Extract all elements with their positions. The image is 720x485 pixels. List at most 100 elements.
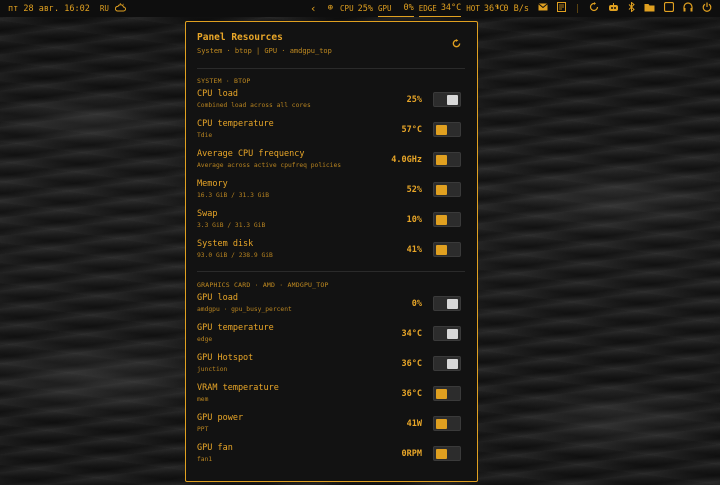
row-description: 16.3 GiB / 31.3 GiB <box>197 192 270 199</box>
divider <box>197 68 465 69</box>
edge-label: EDGE <box>418 3 437 13</box>
row-description: Tdie <box>197 132 213 139</box>
bot-icon[interactable] <box>608 2 619 15</box>
row-toggle[interactable] <box>433 416 461 431</box>
row-value: 57°C <box>401 125 422 135</box>
weather-cloud-icon[interactable] <box>114 2 126 15</box>
row-label: System disk <box>197 239 254 249</box>
row-label: CPU temperature <box>197 119 274 129</box>
row-value: 0% <box>411 299 422 309</box>
panel-title: Panel Resources <box>197 32 283 43</box>
edge-indicator[interactable]: EDGE 34°C <box>418 0 462 17</box>
headphones-icon[interactable] <box>683 2 693 15</box>
section-title: GRAPHICS CARD · AMD · AMDGPU_TOP <box>197 281 329 289</box>
gpu-indicator[interactable]: GPU 0% <box>377 0 414 17</box>
mail-icon[interactable] <box>538 3 548 14</box>
row-description: 3.3 GiB / 31.3 GiB <box>197 222 266 229</box>
row-value: 10% <box>406 215 422 225</box>
resource-row: System disk 93.0 GiB / 238.9 GiB 41% <box>197 239 465 269</box>
screen-icon[interactable] <box>663 1 675 15</box>
row-toggle[interactable] <box>433 212 461 227</box>
row-toggle[interactable] <box>433 242 461 257</box>
panel-resources: Panel Resources System · btop | GPU · am… <box>185 21 478 482</box>
row-toggle[interactable] <box>433 356 461 371</box>
row-toggle[interactable] <box>433 296 461 311</box>
row-toggle[interactable] <box>433 386 461 401</box>
folder-icon[interactable] <box>644 3 655 15</box>
row-label: Memory <box>197 179 228 189</box>
toggle-knob <box>447 329 458 339</box>
cpu-label: CPU <box>340 4 354 13</box>
top-bar: пт 28 авг. 16:02 RU ‹ ⊕ CPU 25% GPU 0% E… <box>0 0 720 17</box>
row-value: 34°C <box>401 329 422 339</box>
refresh-icon[interactable] <box>452 39 461 51</box>
resource-row: GPU Hotspot junction 36°C <box>197 353 465 383</box>
keyboard-layout[interactable]: RU <box>100 4 109 13</box>
row-description: 93.0 GiB / 238.9 GiB <box>197 252 273 259</box>
row-value: 41W <box>406 419 422 429</box>
resource-row: Average CPU frequency Average across acti… <box>197 149 465 179</box>
row-description: mem <box>197 396 209 403</box>
bluetooth-icon[interactable] <box>628 1 635 15</box>
resource-row: CPU load Combined load across all cores 25… <box>197 89 465 119</box>
sections: SYSTEM · BTOP CPU load Combined load acros… <box>197 77 465 473</box>
gpu-value: 0% <box>403 3 414 13</box>
row-label: GPU power <box>197 413 244 423</box>
toggle-knob <box>436 389 447 399</box>
row-label: Average CPU frequency <box>197 149 305 159</box>
row-toggle[interactable] <box>433 122 461 137</box>
row-toggle[interactable] <box>433 182 461 197</box>
panel-subtitle: System · btop | GPU · amdgpu_top <box>197 47 332 55</box>
row-description: edge <box>197 336 213 343</box>
row-description: amdgpu · gpu_busy_percent <box>197 306 292 313</box>
toggle-knob <box>436 449 447 459</box>
notes-icon[interactable] <box>557 2 566 15</box>
row-label: GPU temperature <box>197 323 274 333</box>
row-description: junction <box>197 366 228 373</box>
resource-row: Memory 16.3 GiB / 31.3 GiB 52% <box>197 179 465 209</box>
network-indicator[interactable]: ⬇ 0 B/s <box>495 4 529 14</box>
row-value: 36°C <box>401 359 422 369</box>
row-label: VRAM temperature <box>197 383 279 393</box>
toggle-knob <box>447 95 458 105</box>
row-label: GPU fan <box>197 443 233 453</box>
resource-row: Swap 3.3 GiB / 31.3 GiB 10% <box>197 209 465 239</box>
resource-row: VRAM temperature mem 36°C <box>197 383 465 413</box>
row-label: CPU load <box>197 89 238 99</box>
toggle-knob <box>436 245 447 255</box>
sync-icon[interactable] <box>589 2 599 15</box>
row-label: GPU load <box>197 293 238 303</box>
row-toggle[interactable] <box>433 446 461 461</box>
cpu-value: 25% <box>357 3 373 14</box>
row-toggle[interactable] <box>433 326 461 341</box>
resource-row: CPU temperature Tdie 57°C <box>197 119 465 149</box>
target-icon[interactable]: ⊕ <box>328 4 333 13</box>
row-value: 4.0GHz <box>391 155 422 165</box>
clock[interactable]: пт 28 авг. 16:02 <box>8 4 90 14</box>
toggle-knob <box>447 299 458 309</box>
row-value: 0RPM <box>401 449 422 459</box>
row-value: 41% <box>406 245 422 255</box>
power-icon[interactable] <box>702 2 712 15</box>
row-description: PPT <box>197 426 209 433</box>
divider <box>197 271 465 272</box>
row-label: Swap <box>197 209 218 219</box>
download-arrow-icon: ⬇ <box>494 3 501 13</box>
row-description: Combined load across all cores <box>197 102 311 109</box>
network-speed: 0 B/s <box>503 3 529 14</box>
collapse-arrow-icon[interactable]: ‹ <box>310 3 317 14</box>
divider <box>577 4 578 13</box>
resource-row: GPU temperature edge 34°C <box>197 323 465 353</box>
cpu-indicator[interactable]: CPU 25% <box>340 0 373 17</box>
row-value: 25% <box>406 95 422 105</box>
toggle-knob <box>447 359 458 369</box>
toggle-knob <box>436 125 447 135</box>
row-toggle[interactable] <box>433 152 461 167</box>
resource-row: GPU fan fan1 0RPM <box>197 443 465 473</box>
gpu-label: GPU <box>377 3 392 13</box>
toggle-knob <box>436 215 447 225</box>
section-title: SYSTEM · BTOP <box>197 77 251 85</box>
row-toggle[interactable] <box>433 92 461 107</box>
toggle-knob <box>436 155 447 165</box>
toggle-knob <box>436 419 447 429</box>
